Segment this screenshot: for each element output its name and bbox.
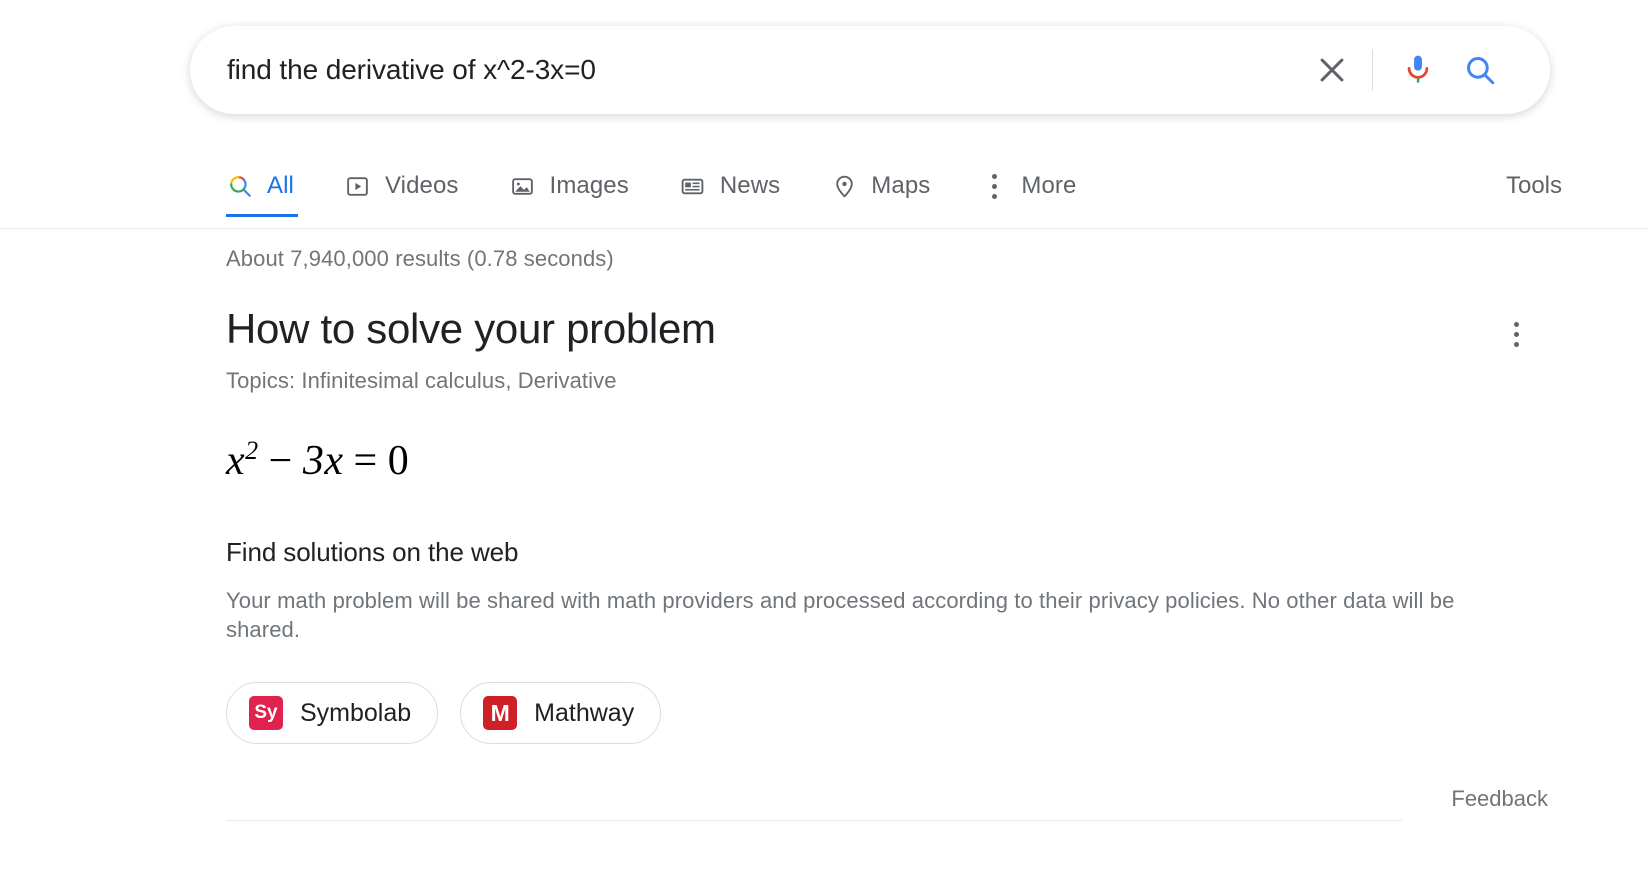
- provider-list: Sy Symbolab M Mathway: [226, 682, 1526, 744]
- search-input[interactable]: [227, 54, 1304, 86]
- card-topics: Topics: Infinitesimal calculus, Derivati…: [226, 368, 1526, 394]
- tab-news-label: News: [720, 172, 780, 200]
- tab-images[interactable]: Images: [509, 155, 651, 217]
- search-icon: [1463, 53, 1497, 87]
- google-search-icon: [226, 172, 254, 200]
- provider-symbolab-label: Symbolab: [300, 699, 411, 728]
- search-bar-divider: [1372, 49, 1373, 91]
- search-submit-button[interactable]: [1445, 42, 1515, 98]
- feedback-button[interactable]: Feedback: [1451, 786, 1548, 820]
- voice-search-button[interactable]: [1391, 42, 1445, 98]
- tab-maps-label: Maps: [871, 172, 930, 200]
- tab-active-indicator: [226, 214, 298, 217]
- mathway-logo-text: M: [491, 702, 510, 725]
- microphone-icon: [1402, 53, 1434, 87]
- tab-all[interactable]: All: [226, 155, 316, 217]
- equation-exponent: 2: [245, 436, 259, 465]
- provider-symbolab-button[interactable]: Sy Symbolab: [226, 682, 438, 744]
- search-bar-container: [190, 26, 1550, 114]
- solutions-heading: Find solutions on the web: [226, 537, 1526, 568]
- equation-base: x: [226, 438, 245, 484]
- map-pin-icon: [830, 172, 858, 200]
- privacy-disclaimer: Your math problem will be shared with ma…: [226, 586, 1474, 644]
- news-icon: [679, 172, 707, 200]
- more-vertical-icon: [980, 172, 1008, 200]
- tab-videos-label: Videos: [385, 172, 459, 200]
- tools-label: Tools: [1506, 172, 1562, 200]
- close-icon: [1315, 53, 1349, 87]
- tab-videos[interactable]: Videos: [344, 155, 481, 217]
- search-results: About 7,940,000 results (0.78 seconds) H…: [226, 246, 1526, 744]
- mathway-logo-icon: M: [483, 696, 517, 730]
- google-search-results-page: All Videos: [0, 0, 1648, 882]
- footer-divider: [226, 820, 1402, 821]
- search-navigation-bar: All Videos: [0, 155, 1648, 229]
- tab-all-label: All: [267, 172, 294, 200]
- result-stats: About 7,940,000 results (0.78 seconds): [226, 246, 1526, 272]
- math-equation: x2−3x=0: [226, 436, 1526, 485]
- tab-images-label: Images: [550, 172, 629, 200]
- nav-tabs: All Videos: [226, 155, 1126, 228]
- video-icon: [344, 172, 372, 200]
- tab-maps[interactable]: Maps: [830, 155, 952, 217]
- tools-button[interactable]: Tools: [1506, 155, 1562, 217]
- math-solver-card: How to solve your problem Topics: Infini…: [226, 304, 1526, 744]
- card-title: How to solve your problem: [226, 304, 1526, 354]
- equation-term: 3x: [303, 438, 344, 484]
- search-bar[interactable]: [190, 26, 1550, 114]
- image-icon: [509, 172, 537, 200]
- equation-equals: =: [354, 438, 378, 484]
- symbolab-logo-text: Sy: [254, 702, 277, 724]
- tab-more[interactable]: More: [980, 155, 1098, 217]
- search-bar-icons: [1304, 42, 1515, 98]
- provider-mathway-button[interactable]: M Mathway: [460, 682, 661, 744]
- card-overflow-button[interactable]: [1492, 310, 1540, 358]
- more-vertical-icon: [1514, 322, 1519, 347]
- tab-news[interactable]: News: [679, 155, 802, 217]
- equation-result: 0: [388, 438, 410, 484]
- feedback-label: Feedback: [1451, 786, 1548, 811]
- provider-mathway-label: Mathway: [534, 699, 634, 728]
- clear-search-button[interactable]: [1304, 42, 1360, 98]
- symbolab-logo-icon: Sy: [249, 696, 283, 730]
- tab-more-label: More: [1021, 172, 1076, 200]
- equation-minus: −: [269, 438, 293, 484]
